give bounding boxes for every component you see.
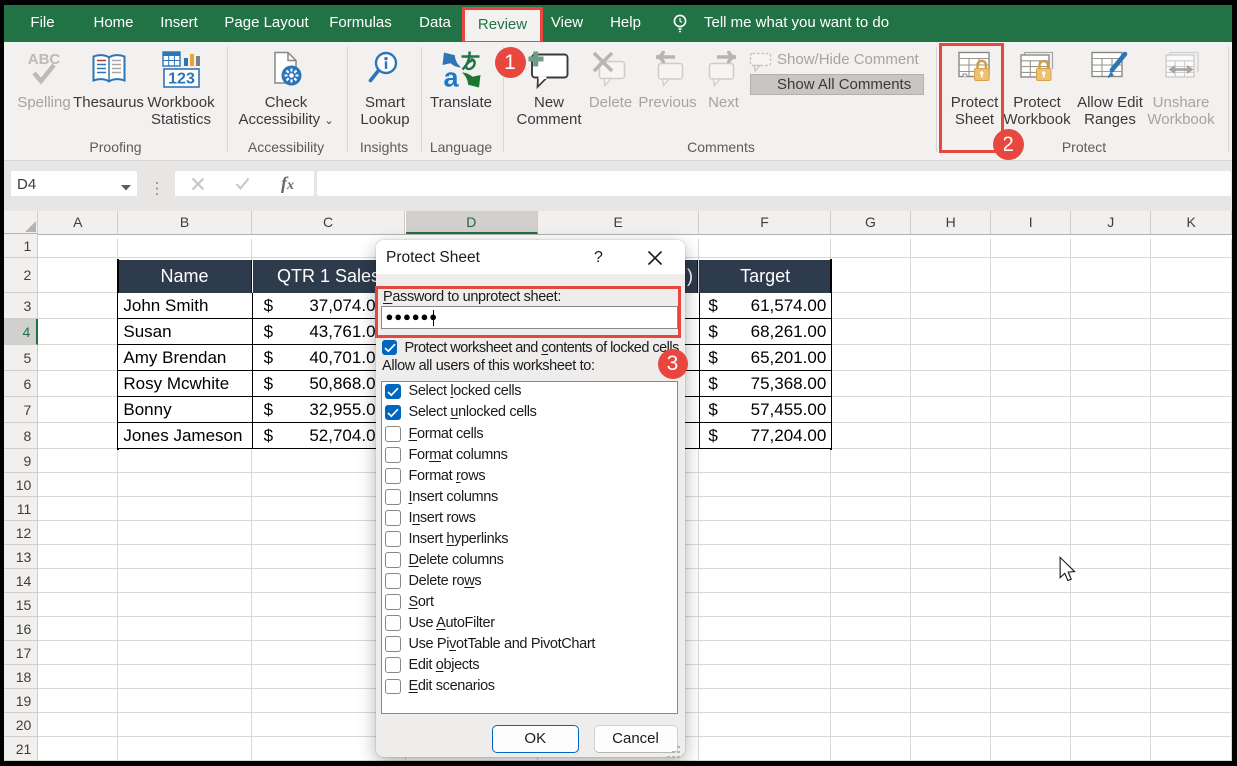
svg-text:123: 123 [168, 70, 195, 87]
svg-text:ABC: ABC [28, 51, 61, 68]
